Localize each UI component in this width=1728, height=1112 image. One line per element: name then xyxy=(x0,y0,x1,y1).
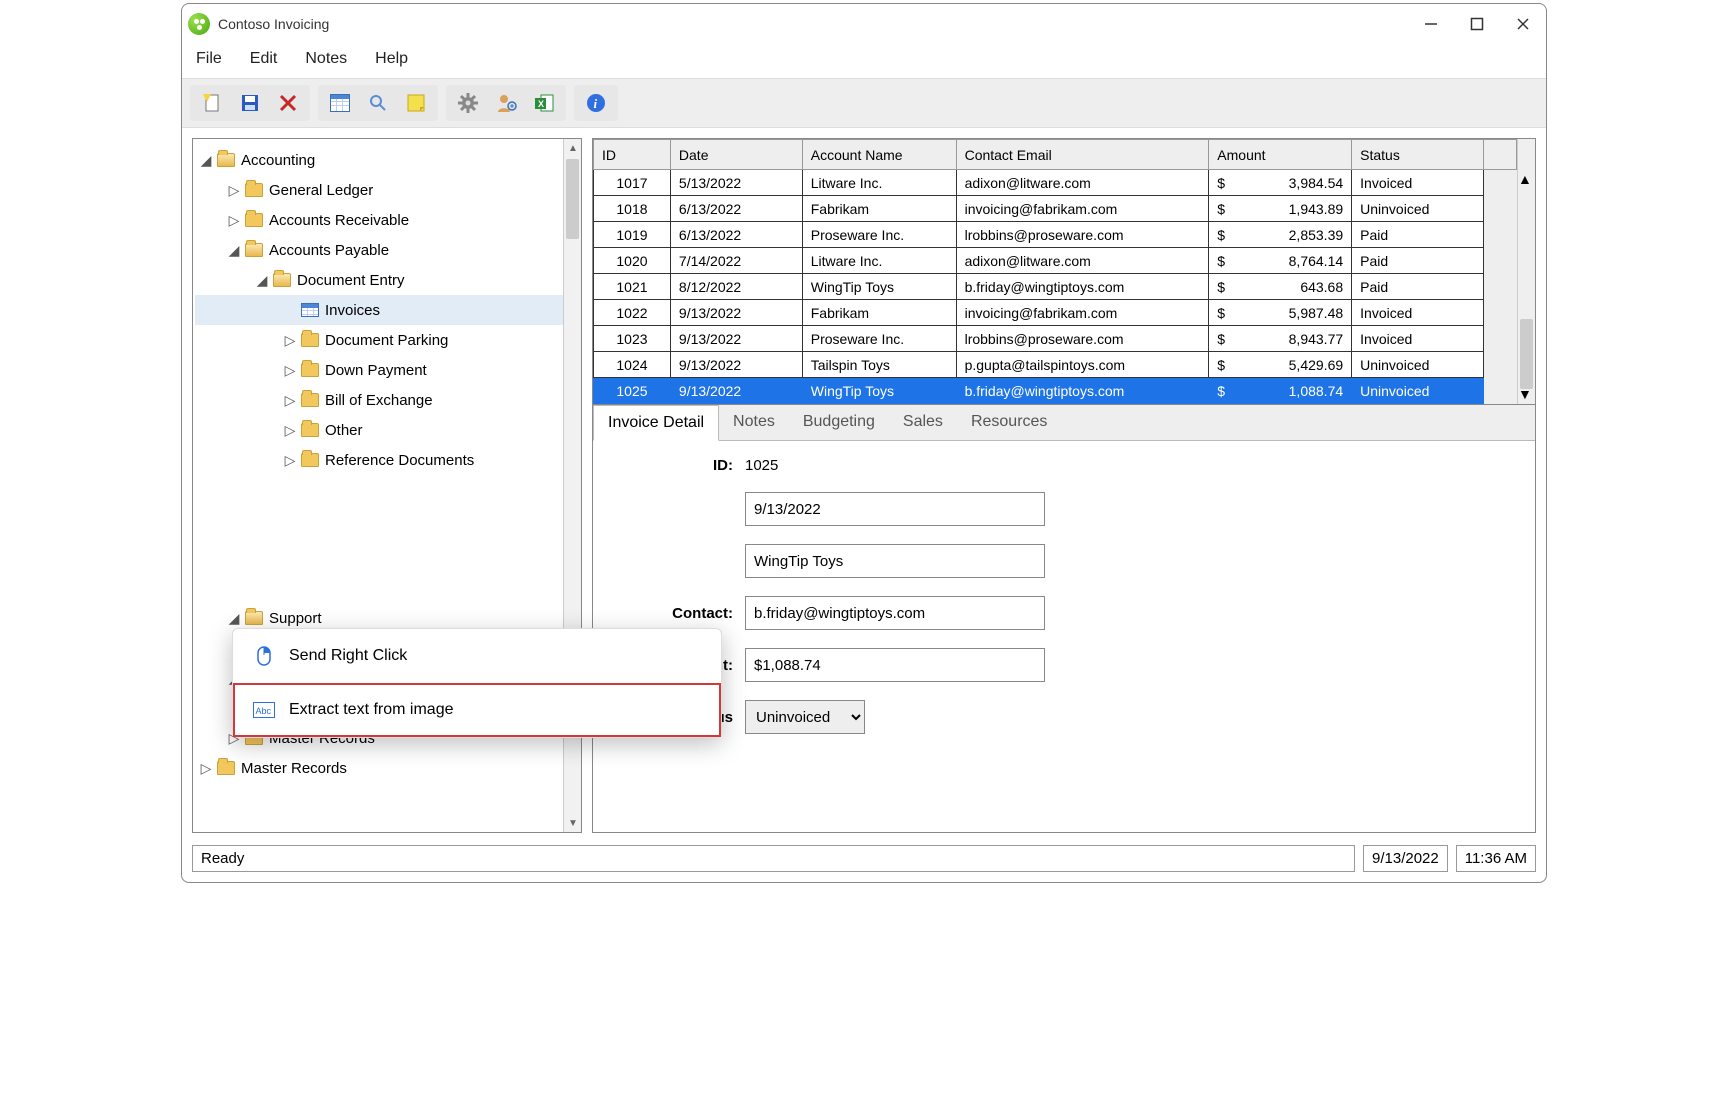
table-row[interactable]: 10196/13/2022Proseware Inc.lrobbins@pros… xyxy=(594,222,1517,248)
scroll-down-icon[interactable]: ▼ xyxy=(564,814,582,832)
col-email[interactable]: Contact Email xyxy=(956,140,1209,170)
scroll-up-icon[interactable]: ▲ xyxy=(1518,171,1532,187)
status-select[interactable]: Uninvoiced xyxy=(745,700,865,734)
table-row[interactable]: 10229/13/2022Fabrikaminvoicing@fabrikam.… xyxy=(594,300,1517,326)
tree-item-document-entry[interactable]: Document Entry xyxy=(195,265,563,295)
col-id[interactable]: ID xyxy=(594,140,671,170)
tree-item[interactable]: Accounts Receivable xyxy=(195,205,563,235)
col-spacer xyxy=(1483,140,1516,170)
status-time: 11:36 AM xyxy=(1456,845,1536,872)
new-document-icon[interactable] xyxy=(198,89,226,117)
svg-text:i: i xyxy=(594,96,598,111)
save-icon[interactable] xyxy=(236,89,264,117)
table-row[interactable]: 10207/14/2022Litware Inc.adixon@litware.… xyxy=(594,248,1517,274)
svg-text:Abc: Abc xyxy=(256,706,272,716)
amount-field[interactable] xyxy=(745,648,1045,682)
menu-edit[interactable]: Edit xyxy=(250,50,278,68)
table-row[interactable]: 10239/13/2022Proseware Inc.lrobbins@pros… xyxy=(594,326,1517,352)
tree-item[interactable]: Document Parking xyxy=(195,325,563,355)
window-title: Contoso Invoicing xyxy=(218,16,329,32)
menu-notes[interactable]: Notes xyxy=(305,50,347,68)
maximize-button[interactable] xyxy=(1470,17,1484,31)
menu-file[interactable]: File xyxy=(196,50,222,68)
table-row[interactable]: 10175/13/2022Litware Inc.adixon@litware.… xyxy=(594,170,1517,196)
ctx-extract-text[interactable]: Abc Extract text from image xyxy=(233,683,721,737)
app-icon xyxy=(188,13,210,35)
scroll-up-icon[interactable]: ▲ xyxy=(564,139,582,157)
titlebar: Contoso Invoicing xyxy=(182,4,1546,44)
tab-sales[interactable]: Sales xyxy=(889,405,957,440)
excel-icon[interactable]: X xyxy=(530,89,558,117)
col-status[interactable]: Status xyxy=(1352,140,1484,170)
status-bar: Ready 9/13/2022 11:36 AM xyxy=(182,839,1546,882)
date-field[interactable] xyxy=(745,492,1045,526)
tree-root-accounting[interactable]: Accounting xyxy=(195,145,563,175)
info-icon[interactable]: i xyxy=(582,89,610,117)
col-amount[interactable]: Amount xyxy=(1209,140,1352,170)
context-menu: Send Right Click Abc Extract text from i… xyxy=(232,628,722,738)
abc-icon: Abc xyxy=(253,702,275,718)
contact-label: Contact: xyxy=(633,605,733,622)
account-field[interactable] xyxy=(745,544,1045,578)
user-icon[interactable] xyxy=(492,89,520,117)
ctx-send-right-click[interactable]: Send Right Click xyxy=(233,629,721,683)
menu-help[interactable]: Help xyxy=(375,50,408,68)
contact-field[interactable] xyxy=(745,596,1045,630)
tree-item-accounts-payable[interactable]: Accounts Payable xyxy=(195,235,563,265)
note-icon[interactable] xyxy=(402,89,430,117)
mouse-icon xyxy=(253,645,275,667)
search-icon[interactable] xyxy=(364,89,392,117)
tree-item[interactable]: Other xyxy=(195,415,563,445)
grid-header-row[interactable]: ID Date Account Name Contact Email Amoun… xyxy=(594,140,1517,170)
table-row[interactable]: 10249/13/2022Tailspin Toysp.gupta@tailsp… xyxy=(594,352,1517,378)
scroll-down-icon[interactable]: ▼ xyxy=(1518,386,1532,402)
tree-item[interactable]: Bill of Exchange xyxy=(195,385,563,415)
col-date[interactable]: Date xyxy=(670,140,802,170)
invoice-grid[interactable]: ID Date Account Name Contact Email Amoun… xyxy=(592,138,1536,405)
detail-panel: Invoice Detail Notes Budgeting Sales Res… xyxy=(592,405,1536,833)
tab-notes[interactable]: Notes xyxy=(719,405,789,440)
app-window: Contoso Invoicing File Edit Notes Help X xyxy=(181,3,1547,883)
table-row[interactable]: 10186/13/2022Fabrikaminvoicing@fabrikam.… xyxy=(594,196,1517,222)
tree-item[interactable]: Down Payment xyxy=(195,355,563,385)
id-value: 1025 xyxy=(745,457,778,474)
tree-item[interactable]: Reference Documents xyxy=(195,445,563,475)
tree-root-master-records[interactable]: Master Records xyxy=(195,753,563,783)
grid-scrollbar[interactable]: ▲ ▼ xyxy=(1517,139,1535,404)
minimize-button[interactable] xyxy=(1424,17,1438,31)
scroll-thumb[interactable] xyxy=(566,159,579,239)
close-button[interactable] xyxy=(1516,17,1530,31)
menubar: File Edit Notes Help xyxy=(182,44,1546,78)
delete-icon[interactable] xyxy=(274,89,302,117)
scroll-thumb[interactable] xyxy=(1520,319,1533,389)
tree-item[interactable]: General Ledger xyxy=(195,175,563,205)
col-account[interactable]: Account Name xyxy=(802,140,956,170)
table-row[interactable]: 10259/13/2022WingTip Toysb.friday@wingti… xyxy=(594,378,1517,404)
status-ready: Ready xyxy=(192,845,1355,872)
toolbar: X i xyxy=(182,78,1546,128)
svg-text:X: X xyxy=(538,99,544,109)
table-row[interactable]: 10218/12/2022WingTip Toysb.friday@wingti… xyxy=(594,274,1517,300)
tab-invoice-detail[interactable]: Invoice Detail xyxy=(593,405,719,441)
gear-icon[interactable] xyxy=(454,89,482,117)
id-label: ID: xyxy=(633,457,733,474)
tree-item-invoices[interactable]: Invoices xyxy=(195,295,563,325)
tab-budgeting[interactable]: Budgeting xyxy=(789,405,889,440)
grid-icon[interactable] xyxy=(326,89,354,117)
tab-bar: Invoice Detail Notes Budgeting Sales Res… xyxy=(593,405,1535,441)
tab-resources[interactable]: Resources xyxy=(957,405,1061,440)
status-date: 9/13/2022 xyxy=(1363,845,1448,872)
